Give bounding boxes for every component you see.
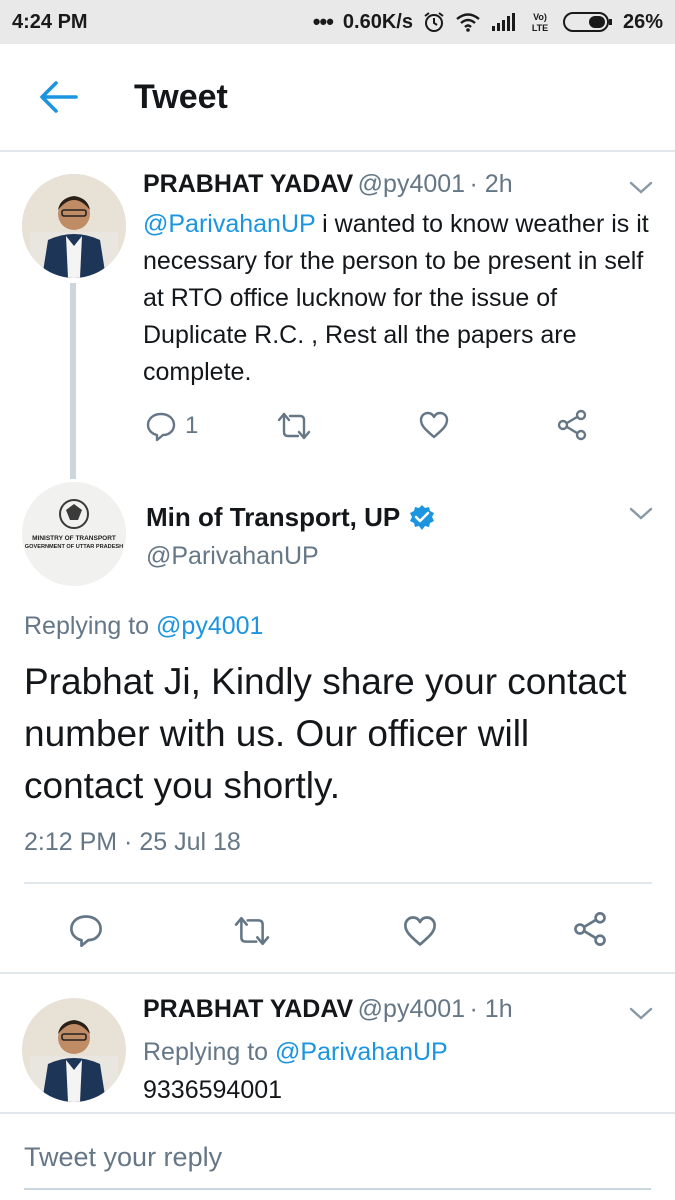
author-handle[interactable]: @ParivahanUP (146, 542, 319, 571)
tweet-menu-button[interactable] (628, 1006, 654, 1027)
svg-text:GOVERNMENT OF UTTAR PRADESH: GOVERNMENT OF UTTAR PRADESH (25, 544, 123, 550)
volte-icon: Vo) LTE (527, 10, 553, 34)
verified-badge-icon (408, 504, 436, 532)
app-bar: Tweet (0, 44, 675, 152)
heart-icon (404, 916, 436, 946)
tweet-menu-button[interactable] (628, 506, 654, 527)
author-name[interactable]: PRABHAT YADAV (143, 170, 353, 198)
reply-button[interactable] (68, 912, 104, 948)
logo-text: MINISTRY OF TRANSPORT (32, 535, 116, 542)
input-underline (24, 1188, 651, 1190)
battery-icon (562, 11, 613, 33)
tweet-body: @ParivahanUP i wanted to know weather is… (143, 206, 653, 391)
replying-prefix: Replying to (143, 1038, 276, 1066)
status-time: 4:24 PM (12, 10, 88, 33)
replying-to: Replying to @ParivahanUP (143, 1038, 448, 1067)
tweet-time: · 2h (469, 170, 513, 198)
svg-text:LTE: LTE (532, 23, 548, 33)
tweet-menu-button[interactable] (628, 180, 654, 201)
share-button[interactable] (556, 408, 588, 442)
replying-to-link[interactable]: @ParivahanUP (275, 1038, 448, 1066)
avatar[interactable] (22, 174, 126, 278)
chevron-down-icon (629, 181, 653, 194)
mention-link[interactable]: @ParivahanUP (143, 210, 315, 238)
tweet-time: · 1h (469, 995, 513, 1023)
retweet-icon (234, 916, 270, 946)
more-dots-icon: ••• (312, 9, 334, 34)
retweet-button[interactable] (276, 410, 312, 442)
author-name[interactable]: Min of Transport, UP (146, 502, 400, 533)
divider (0, 972, 675, 974)
tweet-text-large: Prabhat Ji, Kindly share your contact nu… (24, 661, 627, 806)
chevron-down-icon (629, 1007, 653, 1020)
avatar[interactable]: MINISTRY OF TRANSPORT GOVERNMENT OF UTTA… (22, 482, 126, 586)
author-handle[interactable]: @py4001 (358, 170, 465, 198)
signal-icon (491, 12, 517, 32)
thread-line (70, 283, 76, 479)
replying-to: Replying to @py4001 (24, 612, 263, 641)
heart-icon (419, 411, 449, 439)
reply-icon (70, 915, 102, 948)
alarm-icon (423, 11, 445, 33)
share-button[interactable] (572, 910, 608, 948)
tweet-header: PRABHAT YADAV @py4001 · 1h (143, 995, 513, 1024)
like-button[interactable] (402, 914, 438, 948)
back-button[interactable] (28, 67, 88, 127)
reply-composer[interactable]: Tweet your reply (0, 1112, 675, 1200)
reply-count: 1 (185, 412, 199, 439)
tweet-header: Min of Transport, UP (146, 502, 436, 533)
chevron-down-icon (629, 507, 653, 520)
share-icon (557, 409, 587, 441)
svg-text:Vo): Vo) (533, 12, 547, 22)
retweet-icon (277, 412, 311, 440)
like-button[interactable] (418, 410, 450, 440)
wifi-icon (455, 12, 481, 32)
arrow-left-icon (40, 81, 78, 113)
reply-button[interactable]: 1 (145, 410, 198, 442)
tweet-timestamp[interactable]: 2:12 PM · 25 Jul 18 (24, 828, 241, 857)
network-speed: 0.60K/s (342, 10, 413, 33)
status-bar: 4:24 PM ••• 0.60K/s Vo) LTE 26% (0, 0, 675, 44)
author-name[interactable]: PRABHAT YADAV (143, 995, 353, 1023)
reply-icon (146, 412, 176, 442)
reply-input[interactable]: Tweet your reply (24, 1142, 222, 1173)
battery-percent: 26% (622, 10, 663, 33)
share-icon (574, 912, 606, 946)
tweet-header: PRABHAT YADAV @py4001 · 2h (143, 170, 513, 199)
replying-to-link[interactable]: @py4001 (156, 612, 263, 640)
avatar[interactable] (22, 998, 126, 1102)
tweet-text: 9336594001 (143, 1076, 283, 1104)
replying-prefix: Replying to (24, 612, 157, 640)
author-handle[interactable]: @py4001 (358, 995, 465, 1023)
page-title: Tweet (134, 77, 228, 116)
divider (24, 882, 652, 884)
retweet-button[interactable] (232, 914, 272, 948)
